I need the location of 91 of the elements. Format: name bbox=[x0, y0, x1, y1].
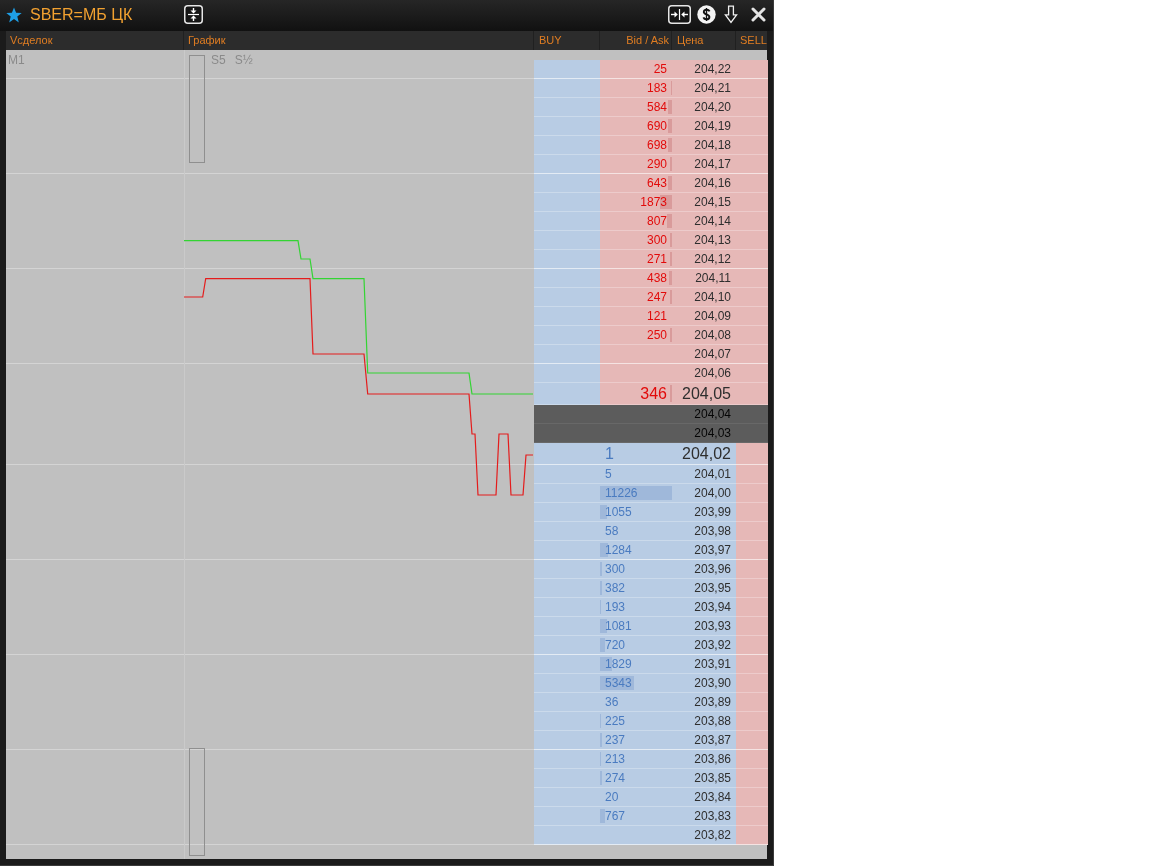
volume-value: 382 bbox=[605, 581, 626, 595]
price-cell: 204,11 bbox=[672, 269, 736, 288]
price-cell: 204,03 bbox=[672, 424, 736, 443]
volume-value: 5343 bbox=[605, 676, 632, 690]
volume-value: 225 bbox=[605, 714, 626, 728]
volume-value: 300 bbox=[605, 562, 626, 576]
volume-value: 1 bbox=[605, 444, 614, 463]
price-cell: 204,08 bbox=[672, 326, 736, 345]
window-title: SBER=МБ ЦК bbox=[30, 5, 133, 24]
volume-value: 121 bbox=[646, 309, 667, 323]
price-cell: 203,89 bbox=[672, 693, 736, 712]
price-cell: 204,05 bbox=[672, 383, 736, 405]
price-cell: 204,17 bbox=[672, 155, 736, 174]
volume-value: 1284 bbox=[605, 543, 632, 557]
price-cell: 204,21 bbox=[672, 79, 736, 98]
price-cell: 203,94 bbox=[672, 598, 736, 617]
price-cell: 203,91 bbox=[672, 655, 736, 674]
price-cell: 203,97 bbox=[672, 541, 736, 560]
volume-value: 11226 bbox=[605, 486, 638, 500]
price-cell: 203,90 bbox=[672, 674, 736, 693]
price-cell: 203,93 bbox=[672, 617, 736, 636]
price-cell: 204,12 bbox=[672, 250, 736, 269]
close-icon[interactable] bbox=[751, 7, 766, 22]
volume-value: 213 bbox=[605, 752, 626, 766]
volume-value: 346 bbox=[640, 384, 667, 403]
price-cell: 203,98 bbox=[672, 522, 736, 541]
price-cell: 203,95 bbox=[672, 579, 736, 598]
volume-value: 438 bbox=[646, 271, 667, 285]
volume-value: 690 bbox=[646, 119, 667, 133]
volume-value: 807 bbox=[646, 214, 667, 228]
price-cell: 203,82 bbox=[672, 826, 736, 845]
price-cell: 203,92 bbox=[672, 636, 736, 655]
volume-value: 1829 bbox=[605, 657, 632, 671]
price-cell: 204,10 bbox=[672, 288, 736, 307]
buy-cell[interactable] bbox=[534, 424, 600, 443]
price-cell: 203,83 bbox=[672, 807, 736, 826]
volume-value: 193 bbox=[605, 600, 626, 614]
volume-value: 36 bbox=[605, 695, 619, 709]
price-cell: 204,20 bbox=[672, 98, 736, 117]
volume-value: 25 bbox=[653, 62, 667, 76]
volume-value: 643 bbox=[646, 176, 667, 190]
price-cell: 203,84 bbox=[672, 788, 736, 807]
price-cell: 203,86 bbox=[672, 750, 736, 769]
price-cell: 204,02 bbox=[672, 443, 736, 465]
price-cell: 203,99 bbox=[672, 503, 736, 522]
price-cell: 204,16 bbox=[672, 174, 736, 193]
price-cell: 204,22 bbox=[672, 60, 736, 79]
volume-value: 1081 bbox=[605, 619, 632, 633]
price-cell: 204,07 bbox=[672, 345, 736, 364]
column-header: SELL bbox=[739, 33, 768, 48]
volume-value: 183 bbox=[646, 81, 667, 95]
volume-value: 300 bbox=[646, 233, 667, 247]
price-cell: 203,85 bbox=[672, 769, 736, 788]
volume-value: 290 bbox=[646, 157, 667, 171]
volume-value: 271 bbox=[646, 252, 667, 266]
volume-value: 58 bbox=[605, 524, 619, 538]
price-cell: 204,04 bbox=[672, 405, 736, 424]
buy-cell[interactable] bbox=[534, 405, 600, 424]
sell-cell[interactable] bbox=[736, 405, 768, 424]
price-cell: 203,88 bbox=[672, 712, 736, 731]
volume-value: 720 bbox=[605, 638, 626, 652]
volume-value: 698 bbox=[646, 138, 667, 152]
price-cell: 204,09 bbox=[672, 307, 736, 326]
volume-value: 1055 bbox=[605, 505, 632, 519]
volume-value: 5 bbox=[605, 467, 612, 481]
empty-gauge-icon bbox=[189, 55, 205, 163]
volume-value: 237 bbox=[605, 733, 626, 747]
volume-value: 584 bbox=[646, 100, 667, 114]
sell-cell[interactable] bbox=[736, 424, 768, 443]
down-arrow-icon[interactable] bbox=[724, 5, 738, 24]
price-cell: 204,15 bbox=[672, 193, 736, 212]
price-cell: 204,06 bbox=[672, 364, 736, 383]
price-cell: 204,13 bbox=[672, 231, 736, 250]
price-cell: 204,14 bbox=[672, 212, 736, 231]
collapse-horizontal-icon[interactable] bbox=[668, 5, 691, 24]
volume-value: 1873 bbox=[640, 195, 667, 209]
price-cell: 203,96 bbox=[672, 560, 736, 579]
empty-gauge-icon bbox=[189, 748, 205, 856]
volume-value: 20 bbox=[605, 790, 619, 804]
price-cell: 204,01 bbox=[672, 465, 736, 484]
volume-value: 274 bbox=[605, 771, 626, 785]
collapse-vertical-icon[interactable] bbox=[184, 5, 203, 24]
price-cell: 204,19 bbox=[672, 117, 736, 136]
price-cell: 203,87 bbox=[672, 731, 736, 750]
dollar-icon[interactable] bbox=[697, 5, 716, 24]
star-icon[interactable] bbox=[6, 6, 22, 23]
price-cell: 204,00 bbox=[672, 484, 736, 503]
price-cell: 204,18 bbox=[672, 136, 736, 155]
volume-value: 250 bbox=[646, 328, 667, 342]
volume-value: 247 bbox=[646, 290, 667, 304]
volume-value: 767 bbox=[605, 809, 626, 823]
